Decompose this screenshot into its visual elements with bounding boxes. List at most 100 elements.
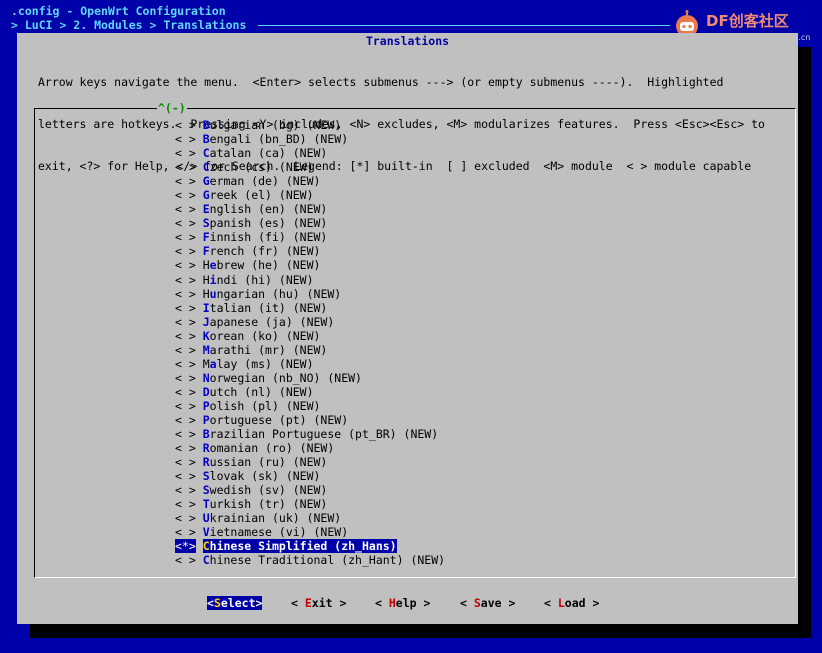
item-hotkey: T <box>202 497 210 512</box>
menu-item[interactable]: < > Hebrew (he) (NEW) <box>175 258 445 272</box>
item-checkbox[interactable]: < > <box>175 329 196 343</box>
item-label: Spanish (es) (NEW) <box>203 216 328 230</box>
menu-item[interactable]: < > Malay (ms) (NEW) <box>175 357 445 371</box>
item-checkbox[interactable]: < > <box>175 132 196 146</box>
menu-item[interactable]: < > Brazilian Portuguese (pt_BR) (NEW) <box>175 427 445 441</box>
item-checkbox[interactable]: < > <box>175 258 196 272</box>
menu-item[interactable]: < > Polish (pl) (NEW) <box>175 399 445 413</box>
menu-item[interactable]: < > Romanian (ro) (NEW) <box>175 441 445 455</box>
item-checkbox[interactable]: < > <box>175 497 196 511</box>
menu-item[interactable]: < > Bulgarian (bg) (NEW) <box>175 118 445 132</box>
menu-item[interactable]: < > Slovak (sk) (NEW) <box>175 469 445 483</box>
menu-item[interactable]: < > Turkish (tr) (NEW) <box>175 497 445 511</box>
menu-item[interactable]: < > Ukrainian (uk) (NEW) <box>175 511 445 525</box>
item-checkbox[interactable]: < > <box>175 118 196 132</box>
menu-item[interactable]: < > Finnish (fi) (NEW) <box>175 230 445 244</box>
menu-item[interactable]: < > Bengali (bn_BD) (NEW) <box>175 132 445 146</box>
item-checkbox[interactable]: < > <box>175 273 196 287</box>
item-checkbox[interactable]: < > <box>175 174 196 188</box>
item-checkbox[interactable]: < > <box>175 441 196 455</box>
item-checkbox[interactable]: < > <box>175 188 196 202</box>
item-label: Ukrainian (uk) (NEW) <box>203 511 342 525</box>
menu-item[interactable]: < > Swedish (sv) (NEW) <box>175 483 445 497</box>
item-hotkey: V <box>202 525 210 540</box>
item-hotkey: i <box>209 272 217 287</box>
item-label: Italian (it) (NEW) <box>203 301 328 315</box>
item-checkbox[interactable]: <*> <box>175 539 196 554</box>
menu-item[interactable]: < > Greek (el) (NEW) <box>175 188 445 202</box>
item-label-rest: innish (fi) (NEW) <box>209 230 328 245</box>
item-label: Malay (ms) (NEW) <box>203 357 314 371</box>
item-label: Turkish (tr) (NEW) <box>203 497 328 511</box>
help-button[interactable]: < Help > <box>375 596 430 610</box>
item-checkbox[interactable]: < > <box>175 413 196 427</box>
item-label: Slovak (sk) (NEW) <box>203 469 321 483</box>
menu-item[interactable]: < > Portuguese (pt) (NEW) <box>175 413 445 427</box>
item-label: Japanese (ja) (NEW) <box>203 315 335 329</box>
item-label-rest: apanese (ja) (NEW) <box>209 314 335 329</box>
menu-item[interactable]: < > Chinese Traditional (zh_Hant) (NEW) <box>175 553 445 567</box>
item-hotkey: P <box>202 412 210 427</box>
button-rest: ave <box>480 596 502 610</box>
item-checkbox[interactable]: < > <box>175 371 196 385</box>
item-checkbox[interactable]: < > <box>175 553 196 567</box>
item-checkbox[interactable]: < > <box>175 301 196 315</box>
item-checkbox[interactable]: < > <box>175 230 196 244</box>
button-hk: E <box>304 596 312 610</box>
item-checkbox[interactable]: < > <box>175 287 196 301</box>
item-checkbox[interactable]: < > <box>175 469 196 483</box>
menu-item[interactable]: < > German (de) (NEW) <box>175 174 445 188</box>
menu-item[interactable]: < > Dutch (nl) (NEW) <box>175 385 445 399</box>
item-label: Korean (ko) (NEW) <box>203 329 321 343</box>
item-hotkey: S <box>202 483 210 498</box>
button-hk: S <box>213 596 221 610</box>
menu-item[interactable]: <*> Chinese Simplified (zh_Hans) <box>175 539 445 554</box>
item-label: Greek (el) (NEW) <box>203 188 314 202</box>
menu-item[interactable]: < > French (fr) (NEW) <box>175 244 445 258</box>
menu-item[interactable]: < > Czech (cs) (NEW) <box>175 160 445 174</box>
button-close: > <box>585 596 600 610</box>
header-rule <box>258 25 670 26</box>
item-checkbox[interactable]: < > <box>175 202 196 216</box>
item-checkbox[interactable]: < > <box>175 385 196 399</box>
save-button[interactable]: < Save > <box>460 596 515 610</box>
item-checkbox[interactable]: < > <box>175 216 196 230</box>
item-checkbox[interactable]: < > <box>175 160 196 174</box>
item-checkbox[interactable]: < > <box>175 511 196 525</box>
menu-item[interactable]: < > Marathi (mr) (NEW) <box>175 343 445 357</box>
exit-button[interactable]: < Exit > <box>291 596 346 610</box>
menu-item[interactable]: < > Hungarian (hu) (NEW) <box>175 287 445 301</box>
item-checkbox[interactable]: < > <box>175 357 196 371</box>
menu-item[interactable]: < > Japanese (ja) (NEW) <box>175 315 445 329</box>
item-label: Romanian (ro) (NEW) <box>203 441 335 455</box>
item-checkbox[interactable]: < > <box>175 315 196 329</box>
menu-item[interactable]: < > Russian (ru) (NEW) <box>175 455 445 469</box>
menu-item[interactable]: < > Hindi (hi) (NEW) <box>175 273 445 287</box>
menu-item[interactable]: < > Catalan (ca) (NEW) <box>175 146 445 160</box>
item-checkbox[interactable]: < > <box>175 244 196 258</box>
load-button[interactable]: < Load > <box>544 596 599 610</box>
menu-item[interactable]: < > Italian (it) (NEW) <box>175 301 445 315</box>
menu-list-box[interactable]: ^(-) < > Bulgarian (bg) (NEW) < > Bengali… <box>34 101 796 578</box>
item-label: Bengali (bn_BD) (NEW) <box>203 132 348 146</box>
button-close: > <box>255 596 263 610</box>
item-hotkey: B <box>202 427 210 442</box>
item-label: Hindi (hi) (NEW) <box>203 273 314 287</box>
item-label: Russian (ru) (NEW) <box>203 455 328 469</box>
menu-item[interactable]: < > English (en) (NEW) <box>175 202 445 216</box>
item-checkbox[interactable]: < > <box>175 399 196 413</box>
item-label-rest: rench (fr) (NEW) <box>209 244 321 259</box>
item-checkbox[interactable]: < > <box>175 483 196 497</box>
menu-item[interactable]: < > Vietnamese (vi) (NEW) <box>175 525 445 539</box>
menu-item[interactable]: < > Korean (ko) (NEW) <box>175 329 445 343</box>
item-label: Vietnamese (vi) (NEW) <box>203 525 348 539</box>
item-checkbox[interactable]: < > <box>175 525 196 539</box>
item-hotkey: S <box>202 469 210 484</box>
item-checkbox[interactable]: < > <box>175 455 196 469</box>
menu-item[interactable]: < > Spanish (es) (NEW) <box>175 216 445 230</box>
item-checkbox[interactable]: < > <box>175 343 196 357</box>
item-checkbox[interactable]: < > <box>175 427 196 441</box>
menu-item[interactable]: < > Norwegian (nb_NO) (NEW) <box>175 371 445 385</box>
select-button[interactable]: <Select> <box>207 596 263 610</box>
item-checkbox[interactable]: < > <box>175 146 196 160</box>
